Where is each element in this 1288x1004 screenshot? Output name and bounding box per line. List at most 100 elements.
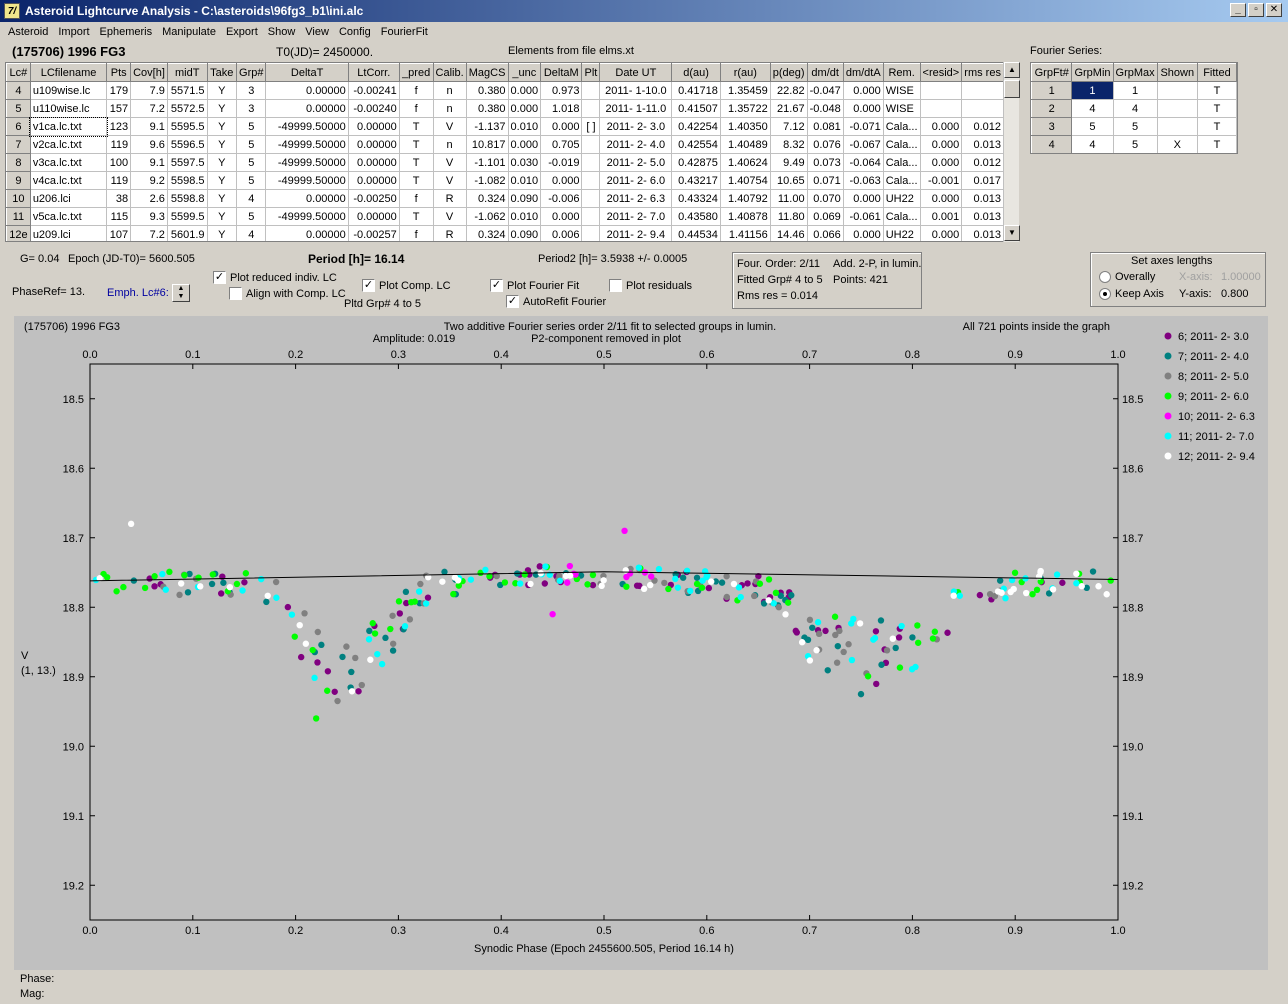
table-cell[interactable]: -49999.50000 [265,171,349,190]
table-cell[interactable]: 0.00000 [265,189,349,208]
row-header[interactable]: 10 [6,189,31,208]
table-cell[interactable]: u206.lci [30,189,108,208]
lc-column-header[interactable]: Date UT [599,63,673,82]
table-cell[interactable]: 5595.5 [167,117,208,136]
menu-manipulate[interactable]: Manipulate [158,24,222,42]
table-cell[interactable]: 0.000 [843,81,884,100]
table-cell[interactable]: v2ca.lc.txt [30,135,108,154]
table-cell[interactable]: 4 [1071,135,1114,153]
table-cell[interactable]: 2011- 2- 9.4 [599,225,673,241]
table-cell[interactable]: -0.00257 [348,225,400,241]
lc-column-header[interactable]: p(deg) [769,63,808,82]
table-cell[interactable]: -0.006 [540,189,583,208]
table-cell[interactable]: 107 [106,225,132,241]
table-cell[interactable]: 5598.5 [167,171,208,190]
table-cell[interactable]: T [1197,81,1237,100]
keep-axis-radio[interactable]: Keep Axis [1099,288,1164,300]
table-row[interactable]: 355T [1031,117,1237,136]
table-row[interactable]: 445XT [1031,135,1237,153]
table-cell[interactable]: 0.000 [843,225,884,241]
table-cell[interactable]: 0.000 [920,117,963,136]
table-cell[interactable]: 4 [236,225,267,241]
table-cell[interactable]: 115 [106,207,132,226]
table-cell[interactable]: 1.40792 [720,189,771,208]
table-cell[interactable]: 157 [106,99,132,118]
table-cell[interactable]: V [433,207,467,226]
table-cell[interactable]: -49999.50000 [265,117,349,136]
table-cell[interactable] [581,171,601,190]
table-cell[interactable]: -0.00240 [348,99,400,118]
lc-column-header[interactable]: _unc [507,63,542,82]
table-cell[interactable]: 0.000 [540,207,583,226]
table-cell[interactable]: 0.00000 [265,81,349,100]
table-cell[interactable]: -0.047 [807,81,844,100]
table-cell[interactable]: n [433,135,467,154]
table-cell[interactable]: 100 [106,153,132,172]
table-cell[interactable]: 1.40624 [720,153,771,172]
table-cell[interactable]: 0.42254 [671,117,721,136]
table-cell[interactable]: n [433,81,467,100]
table-cell[interactable]: 119 [106,135,132,154]
table-cell[interactable]: -49999.50000 [265,153,349,172]
table-cell[interactable]: 1.018 [540,99,583,118]
table-cell[interactable]: 2011- 2- 5.0 [599,153,673,172]
autorefit-checkbox[interactable]: ✓ AutoRefit Fourier [506,295,606,308]
table-cell[interactable]: 2.6 [130,189,168,208]
fourier-column-header[interactable]: GrpMax [1112,63,1158,82]
table-cell[interactable]: 0.00000 [348,153,400,172]
table-cell[interactable]: 2011- 1-10.0 [599,81,673,100]
table-cell[interactable] [961,81,1004,100]
table-cell[interactable]: 1.35722 [720,99,771,118]
table-cell[interactable]: Cala... [883,207,921,226]
row-header[interactable]: 4 [1031,135,1073,153]
table-cell[interactable]: -0.067 [843,135,884,154]
table-cell[interactable]: 0.00000 [265,99,349,118]
table-cell[interactable]: -1.082 [466,171,509,190]
table-cell[interactable]: -1.062 [466,207,509,226]
menu-config[interactable]: Config [335,24,377,42]
table-cell[interactable]: V [433,117,467,136]
table-cell[interactable]: [ ] [581,117,601,136]
table-cell[interactable]: 4 [236,189,267,208]
table-cell[interactable]: u209.lci [30,225,108,241]
table-cell[interactable]: 1.40350 [720,117,771,136]
table-cell[interactable]: 9.2 [130,171,168,190]
table-cell[interactable]: 0.000 [508,81,542,100]
table-cell[interactable]: 9.1 [130,153,168,172]
table-cell[interactable]: 0.013 [961,189,1004,208]
table-cell[interactable]: WISE [883,81,921,100]
table-cell[interactable]: 123 [106,117,132,136]
table-cell[interactable] [1157,117,1198,136]
lc-column-header[interactable]: dm/dtA [842,63,884,82]
scroll-up-icon[interactable]: ▲ [1004,62,1020,78]
table-cell[interactable]: 1.40878 [720,207,771,226]
table-cell[interactable]: Y [207,207,238,226]
lc-column-header[interactable]: r(au) [719,63,771,82]
table-row[interactable]: 6 v1ca.lc.txt 123 9.1 5595.5 Y 5 -49999.50000 0.… [6,116,1004,137]
table-cell[interactable]: 0.013 [961,135,1004,154]
table-cell[interactable]: 10.65 [770,171,808,190]
table-cell[interactable]: 0.324 [466,225,509,241]
lc-column-header[interactable]: _pred [398,63,434,82]
table-cell[interactable]: 0.43217 [671,171,721,190]
table-cell[interactable]: 9.6 [130,135,168,154]
table-cell[interactable]: u109wise.lc [30,81,108,100]
table-cell[interactable] [581,225,601,241]
scroll-thumb[interactable] [1004,80,1020,98]
lc-column-header[interactable]: midT [166,63,208,82]
table-cell[interactable]: 1 [1113,81,1158,100]
table-cell[interactable]: 9.3 [130,207,168,226]
table-cell[interactable]: 179 [106,81,132,100]
table-cell[interactable]: 3 [236,99,267,118]
align-comp-checkbox[interactable]: Align with Comp. LC [229,287,346,300]
table-cell[interactable]: 4 [1071,99,1114,118]
table-cell[interactable] [581,99,601,118]
lc-column-header[interactable]: LtCorr. [347,63,400,82]
table-cell[interactable]: -49999.50000 [265,135,349,154]
lc-column-header[interactable]: Grp# [236,63,267,82]
table-cell[interactable]: Y [207,117,238,136]
y-axis-input[interactable]: 0.800 [1221,288,1249,300]
table-cell[interactable]: v3ca.lc.txt [30,153,108,172]
table-cell[interactable]: T [399,171,434,190]
table-row[interactable]: 7 v2ca.lc.txt 119 9.6 5596.5 Y 5 -49999.50000 0.… [6,135,1004,154]
